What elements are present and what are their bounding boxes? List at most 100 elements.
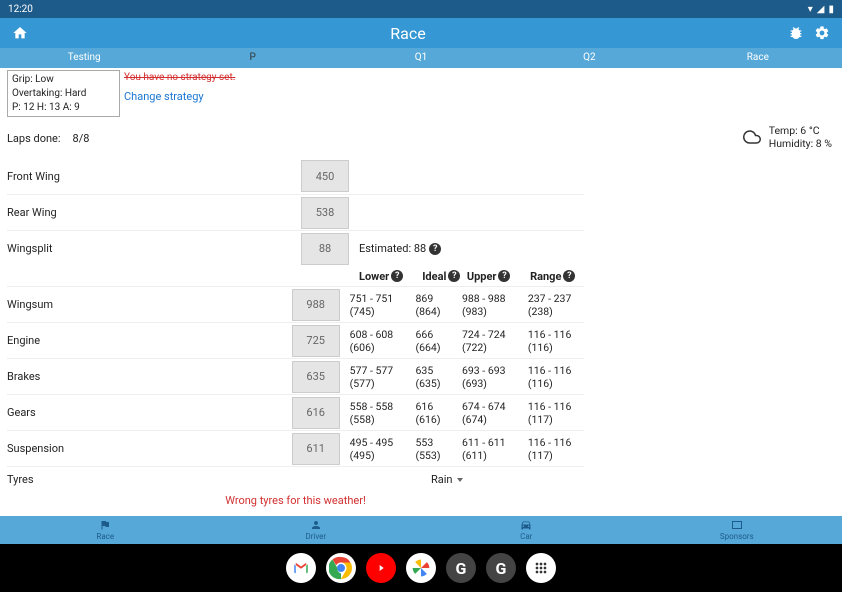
cell-upper: 611 - 611(611)	[462, 436, 528, 462]
cell-lower: 608 - 608(606)	[350, 328, 416, 354]
cell-ideal: 666(664)	[416, 328, 462, 354]
wingsplit-estimated: Estimated: 88	[359, 242, 426, 255]
cell-range: 237 - 237(238)	[528, 292, 584, 318]
cell-upper: 674 - 674(674)	[462, 400, 528, 426]
cell-range: 116 - 116(117)	[528, 436, 584, 462]
weather-humidity: Humidity: 8 %	[769, 137, 832, 150]
gear-icon[interactable]	[814, 25, 830, 41]
app-icon-2[interactable]: G	[486, 553, 516, 583]
signal-icon: ◢	[817, 4, 825, 15]
overtaking-info: Overtaking: Hard	[12, 87, 115, 101]
cell-ideal: 616(616)	[416, 400, 462, 426]
youtube-icon[interactable]	[366, 553, 396, 583]
gmail-icon[interactable]	[286, 553, 316, 583]
rear-wing-input[interactable]	[301, 197, 349, 229]
home-icon[interactable]	[12, 25, 28, 41]
setup-grid: Front Wing Rear Wing Wingsplit Estimated…	[7, 158, 584, 507]
setup-row-suspension: Suspension 495 - 495(495) 553(553) 611 -…	[7, 430, 584, 466]
bottom-nav: Race Driver Car Sponsors	[0, 516, 842, 544]
laps-value: 8/8	[73, 132, 90, 145]
cell-range: 116 - 116(116)	[528, 364, 584, 390]
cell-lower: 558 - 558(558)	[350, 400, 416, 426]
tyres-select[interactable]: Rain	[431, 473, 463, 486]
weather-temp: Temp: 6 °C	[769, 124, 832, 137]
flag-icon	[99, 519, 111, 531]
tab-testing[interactable]: Testing	[0, 48, 168, 68]
track-info-card: Grip: Low Overtaking: Hard P: 12 H: 13 A…	[7, 70, 120, 117]
header-lower: Lower	[359, 270, 389, 283]
row-input[interactable]	[292, 361, 340, 393]
help-icon[interactable]: ?	[563, 270, 575, 282]
tab-q1[interactable]: Q1	[337, 48, 505, 68]
help-icon[interactable]: ?	[498, 270, 510, 282]
change-strategy-link[interactable]: Change strategy	[124, 90, 204, 103]
bug-icon[interactable]	[788, 25, 804, 41]
battery-icon: ▮	[828, 4, 834, 15]
header-ideal: Ideal	[422, 270, 446, 283]
row-input[interactable]	[292, 325, 340, 357]
tyres-label: Tyres	[7, 473, 301, 486]
tyres-warning: Wrong tyres for this weather!	[7, 494, 584, 507]
cell-lower: 577 - 577(577)	[350, 364, 416, 390]
tyres-value: Rain	[431, 473, 453, 486]
cell-lower: 495 - 495(495)	[350, 436, 416, 462]
sponsors-icon	[731, 519, 743, 531]
android-status-bar: 12:20 ▾ ◢ ▮	[0, 0, 842, 18]
nav-car[interactable]: Car	[421, 516, 632, 544]
nav-race[interactable]: Race	[0, 516, 211, 544]
row-input[interactable]	[292, 433, 340, 465]
setup-row-wingsum: Wingsum 751 - 751(745) 869(864) 988 - 98…	[7, 286, 584, 322]
cell-ideal: 635(635)	[416, 364, 462, 390]
person-icon	[310, 519, 322, 531]
wifi-icon: ▾	[808, 4, 813, 15]
help-icon[interactable]: ?	[429, 243, 441, 255]
cell-lower: 751 - 751(745)	[350, 292, 416, 318]
page-title: Race	[28, 24, 788, 43]
app-bar: Race	[0, 18, 842, 48]
laps-label: Laps done:	[7, 132, 61, 145]
row-label: Suspension	[7, 442, 292, 455]
row-input[interactable]	[292, 289, 340, 321]
car-icon	[520, 519, 532, 531]
wingsplit-input[interactable]	[301, 233, 349, 265]
column-headers: Lower? Ideal? Upper? Range?	[359, 266, 584, 286]
row-label: Gears	[7, 406, 292, 419]
cell-range: 116 - 116(117)	[528, 400, 584, 426]
setup-row-engine: Engine 608 - 608(606) 666(664) 724 - 724…	[7, 322, 584, 358]
android-taskbar: G G	[0, 544, 842, 592]
setup-row-brakes: Brakes 577 - 577(577) 635(635) 693 - 693…	[7, 358, 584, 394]
all-apps-icon[interactable]	[526, 553, 556, 583]
help-icon[interactable]: ?	[391, 270, 403, 282]
cell-upper: 693 - 693(693)	[462, 364, 528, 390]
grip-info: Grip: Low	[12, 73, 115, 87]
laps-done: Laps done: 8/8	[7, 132, 89, 145]
strategy-warning: You have no strategy set.	[124, 72, 235, 83]
row-label: Brakes	[7, 370, 292, 383]
clock: 12:20	[8, 4, 33, 15]
cell-ideal: 869(864)	[416, 292, 462, 318]
tab-race[interactable]: Race	[674, 48, 842, 68]
row-label: Wingsum	[7, 298, 292, 311]
tab-p[interactable]: P	[168, 48, 336, 68]
weather-widget: Temp: 6 °C Humidity: 8 %	[743, 124, 832, 150]
content-area: Grip: Low Overtaking: Hard P: 12 H: 13 A…	[0, 68, 842, 516]
app-icon-1[interactable]: G	[446, 553, 476, 583]
row-label: Engine	[7, 334, 292, 347]
header-upper: Upper	[467, 270, 497, 283]
tab-q2[interactable]: Q2	[505, 48, 673, 68]
row-input[interactable]	[292, 397, 340, 429]
phase-info: P: 12 H: 13 A: 9	[12, 101, 115, 115]
front-wing-input[interactable]	[301, 160, 349, 192]
session-tabs: Testing P Q1 Q2 Race	[0, 48, 842, 68]
nav-driver[interactable]: Driver	[211, 516, 422, 544]
photos-icon[interactable]	[406, 553, 436, 583]
wingsplit-label: Wingsplit	[7, 242, 301, 255]
cell-ideal: 553(553)	[416, 436, 462, 462]
setup-row-gears: Gears 558 - 558(558) 616(616) 674 - 674(…	[7, 394, 584, 430]
chrome-icon[interactable]	[326, 553, 356, 583]
help-icon[interactable]: ?	[448, 270, 460, 282]
rear-wing-label: Rear Wing	[7, 206, 301, 219]
front-wing-label: Front Wing	[7, 170, 301, 183]
nav-sponsors[interactable]: Sponsors	[632, 516, 842, 544]
cell-upper: 988 - 988(983)	[462, 292, 528, 318]
